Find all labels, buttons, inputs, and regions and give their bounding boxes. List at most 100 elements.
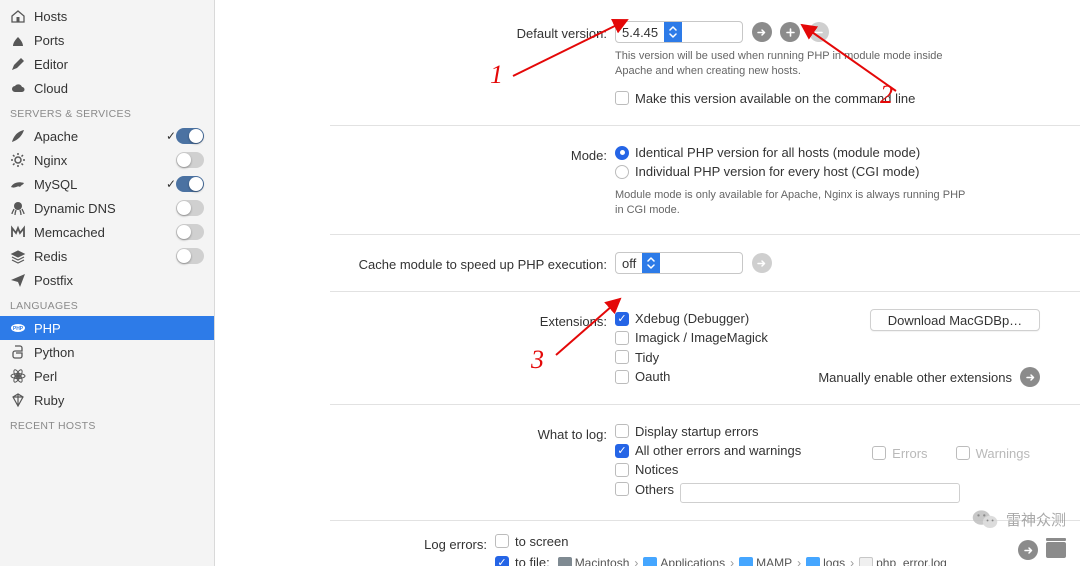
default-version-select[interactable]: 5.4.45 (615, 21, 743, 43)
checkbox-icon (615, 463, 629, 477)
mem-icon (10, 224, 26, 240)
sidebar-item-label: Dynamic DNS (34, 201, 176, 216)
sidebar-service-mysql[interactable]: MySQL✓ (0, 172, 214, 196)
checkbox-icon (495, 534, 509, 548)
hosts-icon (10, 8, 26, 24)
logpath-goto-button[interactable] (1018, 540, 1038, 560)
feather-icon (10, 128, 26, 144)
sidebar-service-postfix[interactable]: Postfix (0, 268, 214, 292)
gear-icon (10, 152, 26, 168)
redis-icon (10, 248, 26, 264)
manually-enable-extensions-link[interactable]: Manually enable other extensions (818, 367, 1040, 387)
goto-button[interactable] (752, 22, 772, 42)
sidebar-item-cloud[interactable]: Cloud (0, 76, 214, 100)
sidebar: HostsPortsEditorCloud SERVERS & SERVICES… (0, 0, 215, 566)
whattolog-checkbox-all[interactable]: ✓All other errors and warnings (615, 443, 801, 458)
folder-icon (806, 557, 820, 566)
mode-radio-cgi[interactable]: Individual PHP version for every host (C… (615, 164, 919, 179)
check-icon: ✓ (166, 129, 176, 143)
extensions-label: Extensions: (215, 309, 615, 387)
sidebar-item-hosts[interactable]: Hosts (0, 4, 214, 28)
log-file-path[interactable]: Macintosh› Applications› MAMP› logs› php… (558, 556, 947, 566)
sidebar-item-label: PHP (34, 321, 204, 336)
checkbox-icon (615, 91, 629, 105)
folder-icon (643, 557, 657, 566)
checkbox-icon (872, 446, 886, 460)
toggle-switch[interactable] (176, 128, 204, 144)
extension-checkbox-tidy[interactable]: Tidy (615, 350, 659, 365)
checkbox-icon (615, 424, 629, 438)
whattolog-checkbox-others[interactable]: Others (615, 482, 674, 497)
cache-goto-button[interactable] (752, 253, 772, 273)
download-macgdbp-button[interactable]: Download MacGDBp… (870, 309, 1040, 331)
perl-icon (10, 368, 26, 384)
editor-icon (10, 56, 26, 72)
checkbox-icon: ✓ (615, 444, 629, 458)
sidebar-language-perl[interactable]: Perl (0, 364, 214, 388)
extension-checkbox-imagick[interactable]: Imagick / ImageMagick (615, 330, 768, 345)
sidebar-item-label: Ports (34, 33, 204, 48)
cache-select[interactable]: off (615, 252, 743, 274)
checkbox-icon: ✓ (615, 312, 629, 326)
checkbox-icon (615, 370, 629, 384)
folder-icon (739, 557, 753, 566)
sidebar-item-ports[interactable]: Ports (0, 28, 214, 52)
mode-label: Mode: (215, 143, 615, 217)
sidebar-service-apache[interactable]: Apache✓ (0, 124, 214, 148)
toggle-switch[interactable] (176, 152, 204, 168)
arrow-right-icon (1020, 367, 1040, 387)
octo-icon (10, 200, 26, 216)
extension-checkbox-oauth[interactable]: Oauth (615, 369, 670, 384)
sidebar-item-label: Apache (34, 129, 163, 144)
checkbox-icon (615, 350, 629, 364)
add-button[interactable] (780, 22, 800, 42)
toggle-switch[interactable] (176, 200, 204, 216)
checkbox-icon (615, 482, 629, 496)
warnings-checkbox[interactable]: Warnings (956, 446, 1030, 461)
whattolog-checkbox-notices[interactable]: Notices (615, 462, 678, 477)
sidebar-item-label: Editor (34, 57, 204, 72)
watermark: 雷神众测 (972, 508, 1066, 530)
sidebar-language-ruby[interactable]: Ruby (0, 388, 214, 412)
sidebar-service-dynamic-dns[interactable]: Dynamic DNS (0, 196, 214, 220)
sidebar-item-label: Nginx (34, 153, 176, 168)
logerrors-label: Log errors: (215, 532, 495, 566)
whattolog-checkbox-display[interactable]: Display startup errors (615, 424, 759, 439)
radio-icon (615, 165, 629, 179)
storage-icon[interactable] (1046, 542, 1066, 558)
others-input[interactable] (680, 483, 960, 503)
sidebar-service-memcached[interactable]: Memcached (0, 220, 214, 244)
to-screen-checkbox[interactable]: to screen (495, 534, 568, 549)
toggle-switch[interactable] (176, 248, 204, 264)
errors-checkbox[interactable]: Errors (872, 446, 927, 461)
cmdline-checkbox[interactable]: Make this version available on the comma… (615, 91, 915, 106)
radio-icon (615, 146, 629, 160)
check-icon: ✓ (166, 177, 176, 191)
to-file-checkbox[interactable]: ✓to file: (495, 555, 550, 566)
extension-checkbox-xdebug[interactable]: ✓Xdebug (Debugger) (615, 311, 749, 326)
toggle-switch[interactable] (176, 224, 204, 240)
file-icon (859, 557, 873, 566)
whattolog-label: What to log: (215, 422, 615, 503)
sidebar-item-label: Ruby (34, 393, 204, 408)
sidebar-language-python[interactable]: Python (0, 340, 214, 364)
sidebar-item-label: Python (34, 345, 204, 360)
checkbox-icon (615, 331, 629, 345)
python-icon (10, 344, 26, 360)
checkbox-icon (956, 446, 970, 460)
default-version-label: Default version: (215, 21, 615, 108)
sidebar-service-nginx[interactable]: Nginx (0, 148, 214, 172)
sidebar-language-php[interactable]: PHPPHP (0, 316, 214, 340)
wechat-icon (972, 508, 998, 530)
toggle-switch[interactable] (176, 176, 204, 192)
cache-label: Cache module to speed up PHP execution: (215, 252, 615, 274)
sidebar-heading-languages: LANGUAGES (0, 292, 214, 316)
sidebar-item-label: Redis (34, 249, 176, 264)
sidebar-service-redis[interactable]: Redis (0, 244, 214, 268)
mode-radio-module[interactable]: Identical PHP version for all hosts (mod… (615, 145, 920, 160)
sidebar-item-editor[interactable]: Editor (0, 52, 214, 76)
dolphin-icon (10, 176, 26, 192)
remove-button[interactable] (809, 22, 829, 42)
plane-icon (10, 272, 26, 288)
sidebar-item-label: Cloud (34, 81, 204, 96)
